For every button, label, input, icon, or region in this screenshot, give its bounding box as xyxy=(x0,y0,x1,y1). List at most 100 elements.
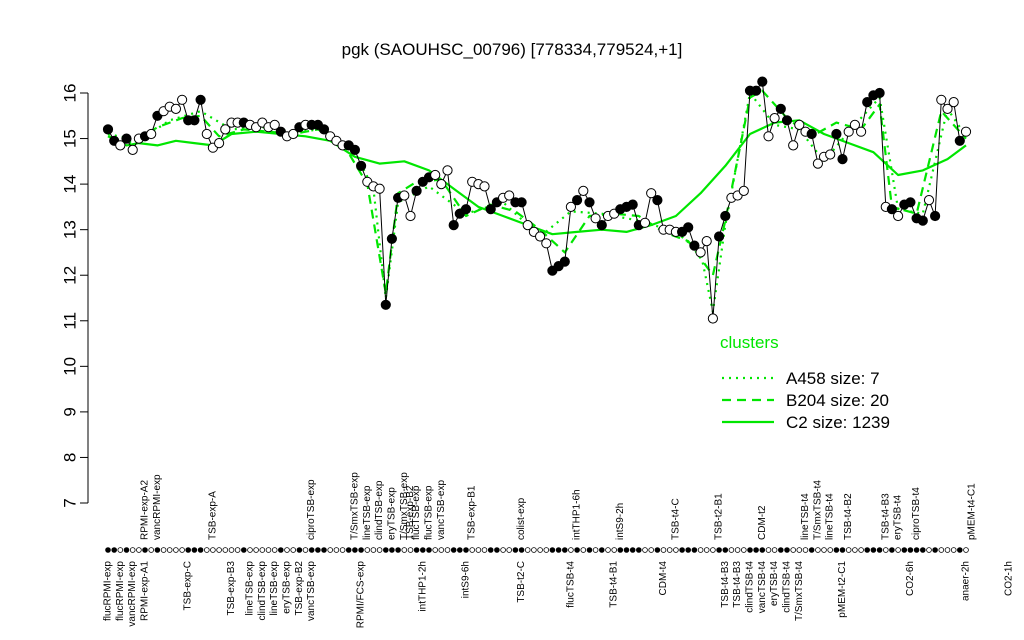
rug-point xyxy=(228,547,235,553)
rug-point xyxy=(882,547,889,553)
rug-point xyxy=(518,547,525,553)
top-condition-label: eryTSB-exp xyxy=(386,487,397,540)
rug-point xyxy=(753,547,759,553)
rug-point xyxy=(277,547,284,553)
bottom-condition-label: RPMI-exp-A1 xyxy=(140,561,151,621)
top-condition-label: colist-exp xyxy=(516,497,527,540)
legend-title: clusters xyxy=(720,333,779,352)
rug-point xyxy=(376,547,383,553)
rug-point xyxy=(345,547,352,553)
bottom-condition-label: T/SmxTSB-t4 xyxy=(794,561,805,621)
top-condition-label: vancTSB-exp xyxy=(436,480,447,540)
expression-chart: pgk (SAOUHSC_00796) [778334,779524,+1] 7… xyxy=(61,40,1015,628)
rug-point xyxy=(895,547,901,553)
data-point-open xyxy=(578,185,589,196)
rug-point xyxy=(574,547,580,553)
data-point-open xyxy=(639,217,651,228)
expression-polyline xyxy=(107,80,967,319)
data-point-open xyxy=(936,94,947,105)
rug-point xyxy=(586,547,593,553)
data-point-open xyxy=(541,238,552,249)
bottom-condition-label: vancRPMI-exp xyxy=(127,561,138,627)
rug-point xyxy=(679,547,685,553)
rug-point xyxy=(858,547,864,553)
rug-point xyxy=(635,547,642,553)
rug-point xyxy=(469,547,476,553)
data-point-open xyxy=(430,169,441,181)
rug-point xyxy=(450,547,457,553)
y-tick-label-13: 13 xyxy=(61,220,80,239)
rug-point xyxy=(105,547,111,553)
rug-point xyxy=(802,547,809,553)
legend: clusters A458 size: 7 B204 size: 20 C2 siz… xyxy=(720,333,890,432)
rug-point xyxy=(296,547,303,553)
data-point-open xyxy=(479,181,490,192)
rug-point xyxy=(352,547,358,553)
rug-point xyxy=(808,547,815,553)
rug-point xyxy=(605,547,611,553)
rug-point xyxy=(864,547,870,553)
rug-point xyxy=(370,547,377,553)
y-tick-label-10: 10 xyxy=(61,357,80,376)
rug-point xyxy=(740,547,747,553)
bottom-condition-label: clindTSB-exp xyxy=(257,561,268,621)
data-point-open xyxy=(405,210,416,222)
rug-point xyxy=(648,547,654,553)
rug-point xyxy=(777,547,784,553)
top-condition-label: vancRPMI-exp xyxy=(152,474,163,540)
rug-point xyxy=(333,547,340,553)
rug-point xyxy=(691,547,698,553)
rug-point xyxy=(136,547,142,553)
data-point-filled xyxy=(714,231,725,242)
rug-point xyxy=(919,547,926,553)
rug-point xyxy=(259,547,266,553)
rug-point xyxy=(956,547,963,553)
rug-point xyxy=(870,547,877,553)
rug-point xyxy=(216,547,222,553)
bottom-condition-label: clindTSB-t4 xyxy=(782,561,793,613)
rug-point xyxy=(438,547,445,553)
rug-point xyxy=(790,547,796,553)
data-point-filled xyxy=(584,197,595,208)
top-condition-label: TSB-t4-C xyxy=(670,498,681,540)
data-point-filled xyxy=(775,103,786,115)
top-condition-label: ciproTSB-exp xyxy=(306,479,317,540)
rug-point xyxy=(697,547,704,553)
rug-point xyxy=(852,547,858,553)
top-condition-label: intS9-2h xyxy=(615,503,626,540)
rug-point xyxy=(673,547,679,553)
rug-point xyxy=(160,547,167,553)
data-point-filled xyxy=(874,87,885,99)
rug-point xyxy=(117,547,124,553)
top-condition-label: TSB-exp-A xyxy=(207,491,218,540)
rug-point xyxy=(364,547,371,553)
top-condition-label: T/SmxTSB-exp xyxy=(349,472,360,540)
rug-point xyxy=(204,547,210,553)
rug-point xyxy=(339,547,346,553)
rug-point xyxy=(389,547,395,553)
bottom-condition-label: lineTSB-exp xyxy=(269,561,280,616)
data-point-filled xyxy=(380,299,391,310)
rug-point xyxy=(247,547,253,553)
rug-point xyxy=(475,547,482,553)
y-tick-label-12: 12 xyxy=(61,266,80,285)
rug-point xyxy=(401,547,408,553)
data-point-filled xyxy=(954,135,965,146)
rug-point xyxy=(321,547,327,553)
data-point-open xyxy=(948,97,959,108)
bottom-condition-label: CO2-6h xyxy=(905,561,916,596)
rug-point xyxy=(623,547,630,553)
data-point-open xyxy=(707,313,719,324)
rug-point xyxy=(537,547,543,553)
top-condition-label: RPMI-exp-A2 xyxy=(140,480,151,540)
data-point-filled xyxy=(195,94,206,105)
rug-point xyxy=(382,547,389,553)
data-point-open xyxy=(960,126,972,137)
top-condition-label: TSB-t4-B2 xyxy=(843,493,854,540)
y-tick-label-8: 8 xyxy=(61,453,80,462)
rug-point xyxy=(210,547,216,553)
bottom-condition-label: lineTSB-exp xyxy=(245,561,256,616)
rug-point xyxy=(944,547,951,553)
bottom-condition-label: TSB-t2-C xyxy=(516,561,527,603)
rug-point xyxy=(747,547,753,553)
